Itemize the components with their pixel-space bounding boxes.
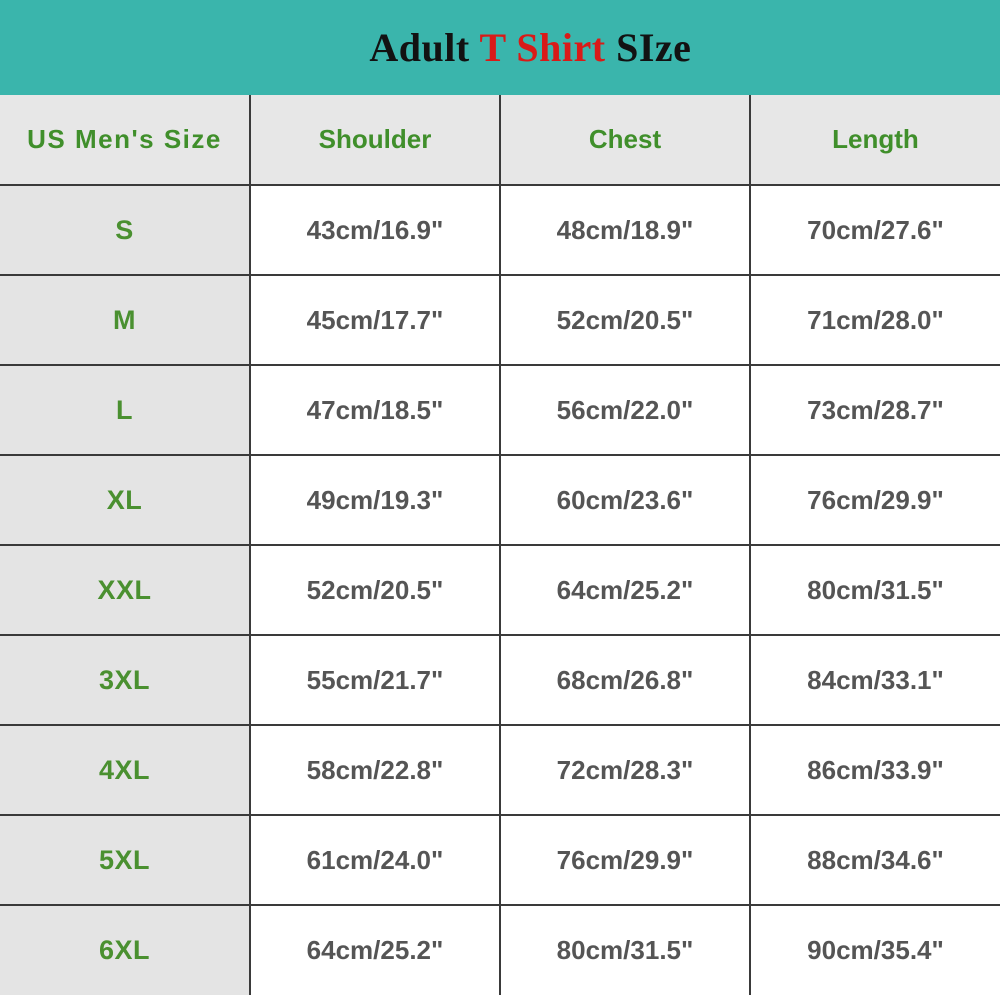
shoulder-value: 47cm/18.5" bbox=[250, 365, 501, 456]
length-value: 70cm/27.6" bbox=[750, 185, 1000, 276]
shoulder-value: 45cm/17.7" bbox=[250, 275, 501, 366]
column-header-shoulder: Shoulder bbox=[250, 95, 501, 186]
size-label: 4XL bbox=[0, 725, 251, 816]
size-label: L bbox=[0, 365, 251, 456]
shoulder-value: 52cm/20.5" bbox=[250, 545, 501, 636]
chest-value: 56cm/22.0" bbox=[500, 365, 751, 456]
length-value: 84cm/33.1" bbox=[750, 635, 1000, 726]
length-value: 71cm/28.0" bbox=[750, 275, 1000, 366]
chest-value: 64cm/25.2" bbox=[500, 545, 751, 636]
title-segment-tshirt: T Shirt bbox=[479, 24, 606, 70]
table-row: 6XL 64cm/25.2" 80cm/31.5" 90cm/35.4" bbox=[0, 905, 1000, 995]
title-segment-size: SIze bbox=[605, 24, 692, 70]
column-header-us-mens-size: US Men's Size bbox=[0, 95, 251, 186]
size-label: S bbox=[0, 185, 251, 276]
shoulder-value: 49cm/19.3" bbox=[250, 455, 501, 546]
size-chart: Adult T Shirt SIze US Men's Size Shoulde… bbox=[0, 0, 1000, 1000]
chest-value: 80cm/31.5" bbox=[500, 905, 751, 995]
column-header-length: Length bbox=[750, 95, 1000, 186]
size-table: US Men's Size Shoulder Chest Length S 43… bbox=[0, 95, 1000, 995]
length-value: 86cm/33.9" bbox=[750, 725, 1000, 816]
column-header-chest: Chest bbox=[500, 95, 751, 186]
chest-value: 52cm/20.5" bbox=[500, 275, 751, 366]
table-row: 3XL 55cm/21.7" 68cm/26.8" 84cm/33.1" bbox=[0, 635, 1000, 726]
page-title: Adult T Shirt SIze bbox=[309, 0, 692, 108]
chest-value: 76cm/29.9" bbox=[500, 815, 751, 906]
table-row: XXL 52cm/20.5" 64cm/25.2" 80cm/31.5" bbox=[0, 545, 1000, 636]
table-row: 4XL 58cm/22.8" 72cm/28.3" 86cm/33.9" bbox=[0, 725, 1000, 816]
shoulder-value: 58cm/22.8" bbox=[250, 725, 501, 816]
title-banner: Adult T Shirt SIze bbox=[0, 0, 1000, 95]
length-value: 80cm/31.5" bbox=[750, 545, 1000, 636]
length-value: 76cm/29.9" bbox=[750, 455, 1000, 546]
table-row: M 45cm/17.7" 52cm/20.5" 71cm/28.0" bbox=[0, 275, 1000, 366]
table-row: 5XL 61cm/24.0" 76cm/29.9" 88cm/34.6" bbox=[0, 815, 1000, 906]
size-label: XL bbox=[0, 455, 251, 546]
size-label: 5XL bbox=[0, 815, 251, 906]
size-label: M bbox=[0, 275, 251, 366]
title-segment-adult: Adult bbox=[369, 24, 480, 70]
table-row: L 47cm/18.5" 56cm/22.0" 73cm/28.7" bbox=[0, 365, 1000, 456]
chest-value: 60cm/23.6" bbox=[500, 455, 751, 546]
size-label: 6XL bbox=[0, 905, 251, 995]
table-body: S 43cm/16.9" 48cm/18.9" 70cm/27.6" M 45c… bbox=[0, 185, 1000, 995]
table-row: S 43cm/16.9" 48cm/18.9" 70cm/27.6" bbox=[0, 185, 1000, 276]
shoulder-value: 64cm/25.2" bbox=[250, 905, 501, 995]
length-value: 73cm/28.7" bbox=[750, 365, 1000, 456]
table-row: XL 49cm/19.3" 60cm/23.6" 76cm/29.9" bbox=[0, 455, 1000, 546]
chest-value: 48cm/18.9" bbox=[500, 185, 751, 276]
shoulder-value: 55cm/21.7" bbox=[250, 635, 501, 726]
shoulder-value: 61cm/24.0" bbox=[250, 815, 501, 906]
length-value: 90cm/35.4" bbox=[750, 905, 1000, 995]
chest-value: 68cm/26.8" bbox=[500, 635, 751, 726]
chest-value: 72cm/28.3" bbox=[500, 725, 751, 816]
shoulder-value: 43cm/16.9" bbox=[250, 185, 501, 276]
size-label: 3XL bbox=[0, 635, 251, 726]
length-value: 88cm/34.6" bbox=[750, 815, 1000, 906]
header-row: US Men's Size Shoulder Chest Length bbox=[0, 95, 1000, 186]
size-label: XXL bbox=[0, 545, 251, 636]
table-header: US Men's Size Shoulder Chest Length bbox=[0, 95, 1000, 186]
